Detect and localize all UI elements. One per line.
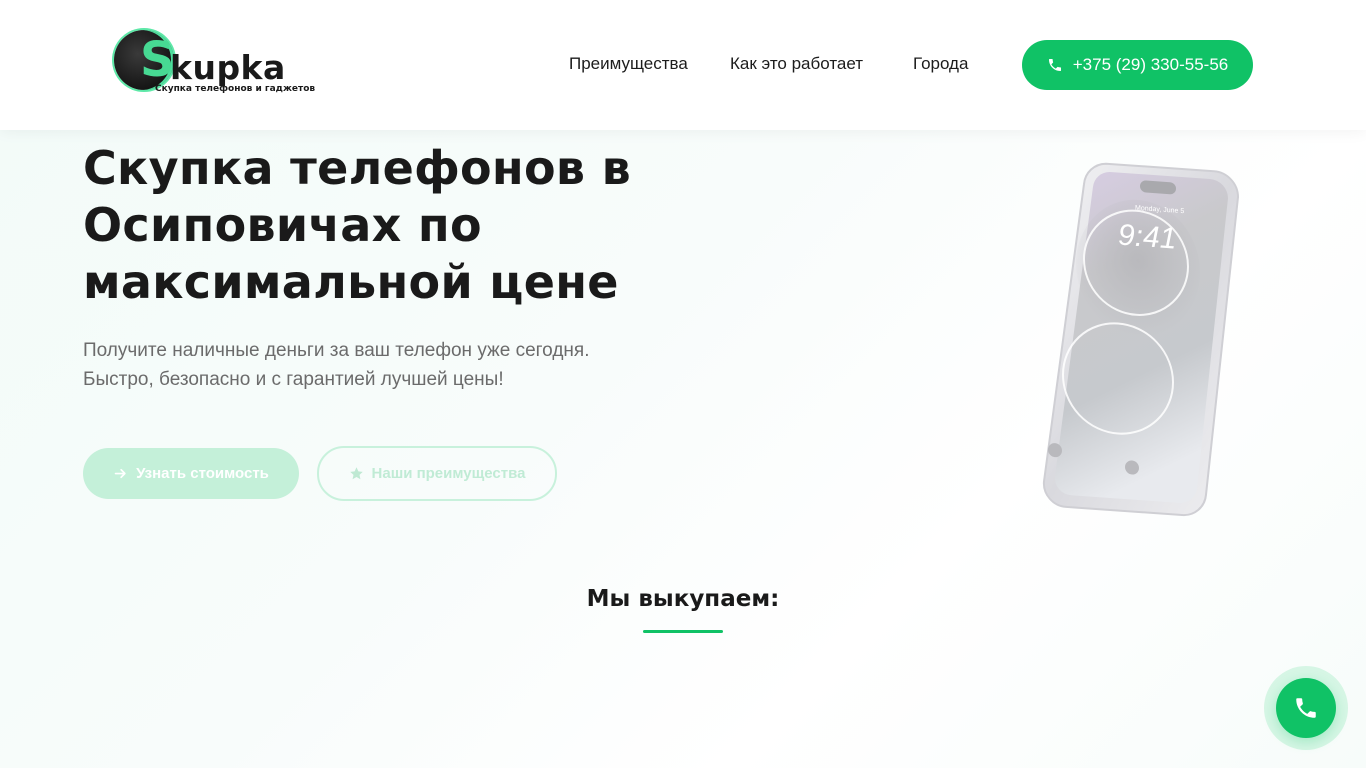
logo-word: kupka	[170, 48, 286, 87]
phone-icon	[1048, 59, 1061, 71]
section-divider	[643, 630, 723, 633]
nav-link-cities[interactable]: Города	[913, 52, 968, 76]
nav-link-advantages[interactable]: Преимущества	[569, 52, 688, 76]
arrow-right-icon	[114, 468, 126, 479]
phone-time: 9:41	[1118, 219, 1176, 256]
page: S kupka Скупка телефонов и гаджетов Преи…	[0, 0, 1366, 768]
hero-subtitle: Получите наличные деньги за ваш телефон …	[83, 336, 643, 394]
get-price-label: Узнать стоимость	[136, 465, 269, 482]
header-phone-button[interactable]: +375 (29) 330-55-56	[1022, 40, 1253, 90]
floating-call-button[interactable]	[1276, 678, 1336, 738]
logo-tagline: Скупка телефонов и гаджетов	[155, 84, 316, 94]
hero-title: Скупка телефонов в Осиповичах по максима…	[83, 141, 632, 309]
hero-subtitle-line-1: Получите наличные деньги за ваш телефон …	[83, 340, 590, 361]
hero-subtitle-line-2: Быстро, безопасно и с гарантией лучшей ц…	[83, 369, 504, 390]
site-header: S kupka Скупка телефонов и гаджетов Преи…	[0, 0, 1366, 130]
our-advantages-label: Наши преимущества	[371, 465, 526, 482]
section-title: Мы выкупаем:	[586, 586, 780, 612]
header-phone-number: +375 (29) 330-55-56	[1072, 55, 1229, 74]
our-advantages-button[interactable]: Наши преимущества	[317, 446, 557, 501]
star-icon	[349, 467, 363, 480]
phone-icon	[1296, 698, 1316, 718]
get-price-button[interactable]: Узнать стоимость	[83, 448, 299, 499]
logo[interactable]: S kupka Скупка телефонов и гаджетов	[114, 30, 324, 100]
smartphone-image: Monday, June 5 9:41	[1042, 162, 1240, 517]
nav-link-how-it-works[interactable]: Как это работает	[730, 52, 863, 76]
